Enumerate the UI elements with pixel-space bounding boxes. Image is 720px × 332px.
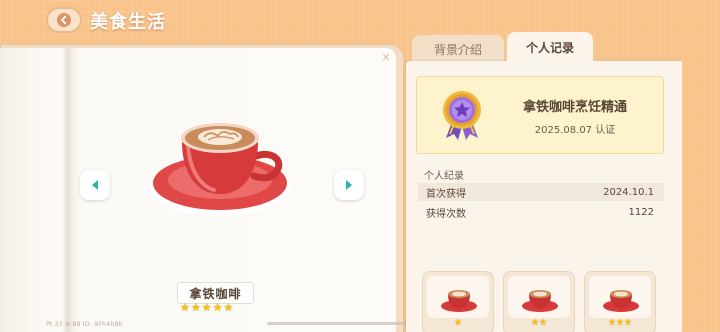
card-star-rating: ★★ [530, 318, 548, 328]
card-star-rating: ★ [453, 318, 463, 328]
page-spine [62, 48, 72, 332]
record-section-label: 个人纪录 [424, 171, 464, 182]
latte-cup-image [148, 112, 300, 220]
star-icon: ★ [212, 301, 223, 314]
certificate-title: 拿铁咖啡烹饪精通 [522, 100, 627, 115]
mini-cup-icon [603, 290, 639, 312]
tab-personal-record[interactable]: 个人记录 [507, 32, 593, 63]
star-icon: ★ [190, 301, 201, 314]
card-star-rating: ★★★ [607, 318, 633, 328]
prev-item-button[interactable] [80, 170, 110, 200]
next-item-button[interactable] [334, 170, 364, 200]
footer-info: Pt 33 N:88 ID: 9Fh4h8b [46, 321, 123, 328]
mini-cup-icon [522, 290, 558, 312]
collection-card-1star[interactable]: ★ [422, 271, 494, 332]
card-image-area [589, 276, 651, 318]
stat-row-first-obtained: 首次获得 2024.10.1 [418, 183, 664, 201]
star-icon: ★ [223, 301, 234, 314]
back-button[interactable] [46, 7, 82, 33]
medal-star-icon [436, 88, 488, 140]
stat-label: 首次获得 [426, 188, 466, 200]
item-star-rating: ★ ★ ★ ★ ★ [180, 302, 233, 314]
star-icon: ★ [180, 301, 190, 314]
collection-card-3star[interactable]: ★★★ [584, 271, 656, 332]
close-page-icon[interactable]: ✕ [378, 50, 394, 66]
stat-value: 2024.10.1 [603, 186, 654, 198]
star-icon: ★ [201, 301, 212, 314]
triangle-left-icon [92, 180, 98, 190]
tab-background[interactable]: 背景介绍 [412, 35, 504, 63]
triangle-right-icon [346, 180, 352, 190]
page-title: 美食生活 [90, 12, 166, 33]
stat-label: 获得次数 [426, 208, 466, 220]
collection-card-2star[interactable]: ★★ [503, 271, 575, 332]
back-arrow-icon [57, 13, 71, 27]
stat-value: 1122 [628, 206, 654, 218]
card-image-area [427, 276, 489, 318]
certificate-date: 2025.08.07 认证 [534, 125, 616, 136]
mini-cup-icon [441, 290, 477, 312]
stat-row-obtain-count: 获得次数 1122 [418, 203, 664, 221]
card-image-area [508, 276, 570, 318]
